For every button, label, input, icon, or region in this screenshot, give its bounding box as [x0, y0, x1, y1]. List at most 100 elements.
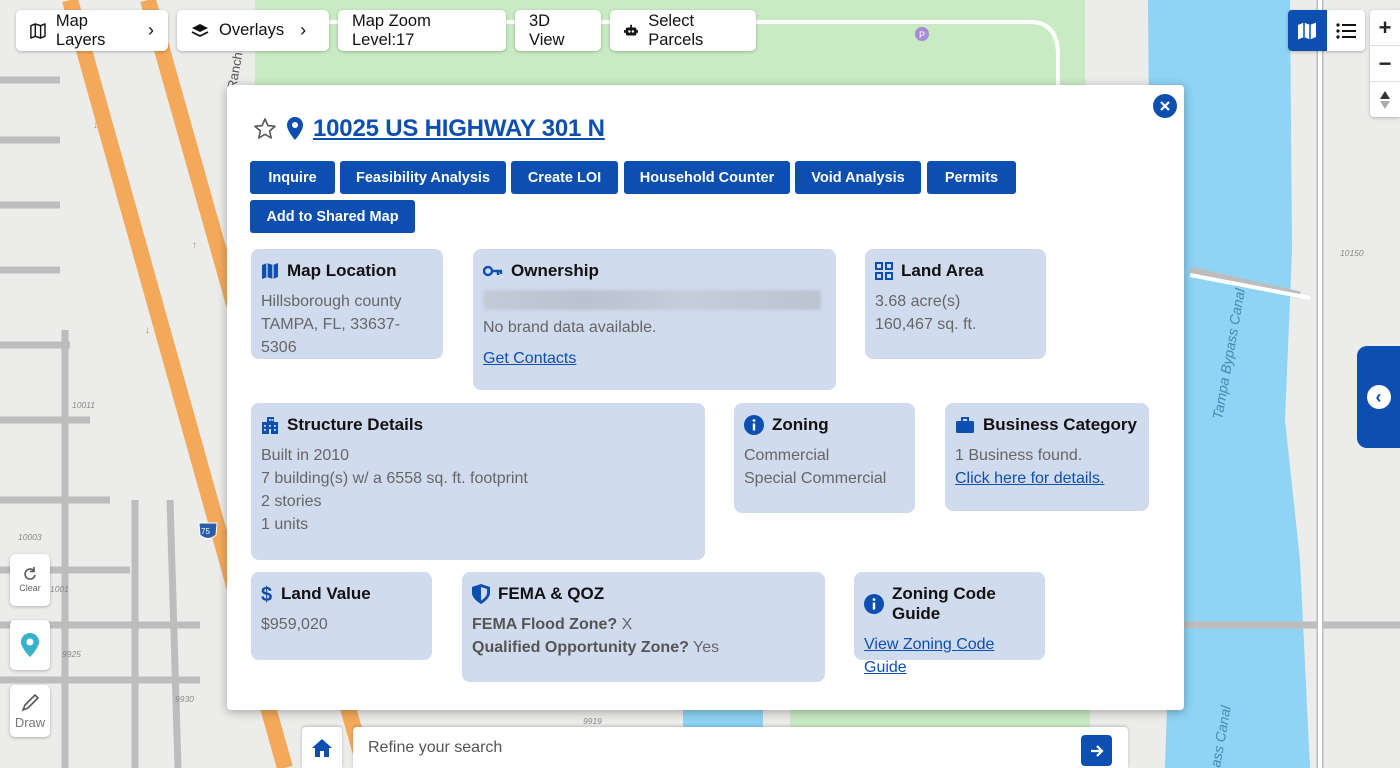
card-title: Map Location: [287, 261, 397, 280]
card-title: Land Value: [281, 584, 371, 603]
ownership-card: Ownership No brand data available. Get C…: [473, 249, 836, 390]
list-icon: [1336, 22, 1356, 39]
feasibility-analysis-button[interactable]: Feasibility Analysis: [340, 161, 506, 194]
map-icon: [30, 22, 46, 39]
svg-text:↓: ↓: [93, 120, 98, 131]
create-loi-button[interactable]: Create LOI: [511, 161, 618, 194]
card-title: FEMA & QOZ: [498, 584, 605, 603]
structure-details-card: Structure Details Built in 2010 7 buildi…: [251, 403, 705, 560]
close-icon: [1160, 101, 1170, 111]
zoning-subtype-text: Special Commercial: [744, 470, 887, 487]
map-label: 10003: [18, 532, 42, 542]
land-area-card: Land Area 3.68 acre(s) 160,467 sq. ft.: [865, 249, 1046, 359]
buildings-text: 7 building(s) w/ a 6558 sq. ft. footprin…: [261, 470, 528, 487]
list-view-button[interactable]: [1327, 10, 1366, 51]
location-pin-icon: [287, 117, 303, 140]
card-title: Business Category: [983, 415, 1137, 434]
map-label: 9930: [175, 694, 194, 704]
location-pin-icon: [21, 633, 39, 657]
robot-icon: [624, 24, 639, 35]
business-details-link[interactable]: Click here for details.: [955, 467, 1139, 490]
chevron-left-icon: ‹: [1375, 387, 1382, 407]
info-icon: [744, 415, 764, 435]
property-details-modal: 10025 US HIGHWAY 301 N Inquire Feasibili…: [227, 85, 1184, 710]
land-value-text: $959,020: [261, 616, 328, 633]
zoning-card: Zoning Commercial Special Commercial: [734, 403, 915, 513]
flood-zone-label: FEMA Flood Zone?: [472, 616, 618, 633]
brand-text: No brand data available.: [483, 319, 657, 336]
map-icon: [262, 263, 278, 279]
fema-qoz-card: FEMA & QOZ FEMA Flood Zone? X Qualified …: [462, 572, 825, 682]
land-value-card: $ Land Value $959,020: [251, 572, 432, 660]
owner-name-redacted: [483, 290, 821, 310]
map-label: 9919: [583, 716, 602, 726]
select-parcels-button[interactable]: Select Parcels: [610, 10, 756, 51]
business-count-text: 1 Business found.: [955, 447, 1083, 464]
star-icon[interactable]: [253, 117, 277, 141]
map-label: 10011: [72, 400, 95, 410]
compass-button[interactable]: [1370, 82, 1400, 117]
pencil-icon: [21, 693, 40, 711]
void-analysis-button[interactable]: Void Analysis: [795, 161, 921, 194]
zoning-code-guide-card: Zoning Code Guide View Zoning Code Guide: [854, 572, 1045, 676]
overlays-button[interactable]: Overlays ›: [177, 10, 329, 51]
3d-view-button[interactable]: 3D View: [515, 10, 601, 51]
sqft-text: 160,467 sq. ft.: [875, 316, 977, 333]
location-button[interactable]: [10, 620, 50, 670]
zoom-in-button[interactable]: +: [1370, 10, 1400, 46]
map-label: 9925: [62, 649, 81, 659]
permits-button[interactable]: Permits: [927, 161, 1016, 194]
household-counter-button[interactable]: Household Counter: [624, 161, 790, 194]
search-bar: [353, 727, 1128, 768]
clear-button[interactable]: Clear: [10, 554, 50, 606]
home-icon: [312, 738, 332, 757]
county-text: Hillsborough county: [261, 293, 402, 310]
property-address-link[interactable]: 10025 US HIGHWAY 301 N: [313, 115, 605, 143]
map-label: 75: [201, 527, 210, 536]
draw-label: Draw: [14, 714, 46, 730]
zoning-type-text: Commercial: [744, 447, 830, 464]
card-title: Zoning Code Guide: [892, 584, 996, 623]
map-layers-button[interactable]: Map Layers ›: [16, 10, 168, 51]
home-button[interactable]: [302, 727, 342, 768]
svg-text:↑: ↑: [192, 240, 197, 251]
acres-text: 3.68 acre(s): [875, 293, 961, 310]
business-category-card: Business Category 1 Business found. Clic…: [945, 403, 1149, 511]
flood-zone-row: FEMA Flood Zone? X: [472, 613, 815, 636]
qoz-value: Yes: [693, 639, 720, 656]
draw-button[interactable]: Draw: [10, 685, 50, 737]
zoom-out-button[interactable]: −: [1370, 46, 1400, 82]
side-panel-toggle[interactable]: ‹: [1357, 346, 1400, 448]
card-title: Structure Details: [287, 415, 424, 434]
chevron-right-icon: ›: [148, 20, 154, 40]
built-year-text: Built in 2010: [261, 447, 350, 464]
qoz-label: Qualified Opportunity Zone?: [472, 639, 689, 656]
3d-view-label: 3D View: [529, 11, 565, 49]
overlays-label: Overlays: [219, 21, 285, 39]
get-contacts-link[interactable]: Get Contacts: [483, 347, 826, 370]
add-to-shared-map-button[interactable]: Add to Shared Map: [250, 200, 415, 233]
clear-label: Clear: [19, 583, 41, 593]
map-layers-label: Map Layers: [55, 11, 106, 49]
briefcase-icon: [956, 417, 974, 433]
svg-text:$: $: [261, 584, 272, 604]
svg-text:↓: ↓: [145, 325, 150, 336]
card-title: Land Area: [901, 261, 984, 280]
search-input[interactable]: [368, 738, 1058, 757]
dollar-icon: $: [261, 584, 272, 604]
key-icon: [483, 265, 503, 277]
svg-text:P: P: [919, 30, 925, 40]
zoning-guide-link[interactable]: View Zoning Code Guide: [864, 633, 1035, 679]
zoom-level-label: Map Zoom Level:17: [352, 11, 431, 49]
interstate-shield-icon: 75: [198, 522, 218, 539]
close-button[interactable]: [1153, 94, 1177, 118]
shield-icon: [472, 584, 490, 604]
map-view-button[interactable]: [1288, 10, 1327, 51]
card-title: Zoning: [772, 415, 829, 434]
building-icon: [262, 417, 278, 434]
units-text: 1 units: [261, 516, 309, 533]
map-icon: [1298, 22, 1317, 39]
inquire-button[interactable]: Inquire: [250, 161, 335, 194]
search-submit-button[interactable]: [1081, 735, 1112, 766]
zoom-level-button[interactable]: Map Zoom Level:17: [338, 10, 506, 51]
